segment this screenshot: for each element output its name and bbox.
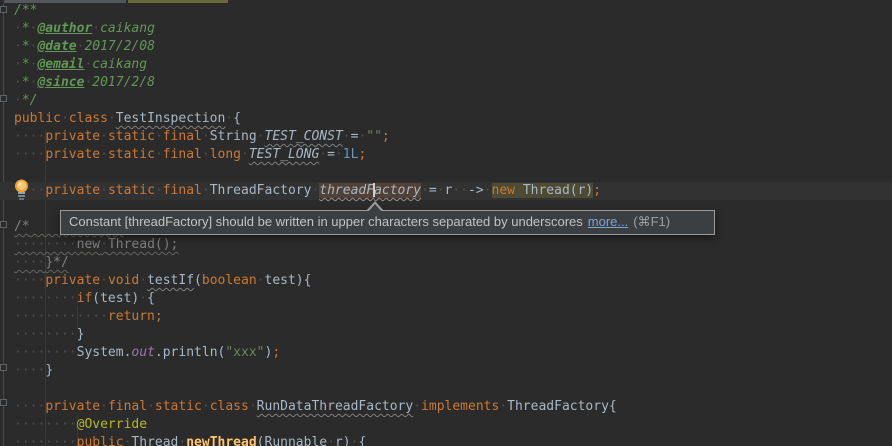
intention-bulb-icon[interactable]	[13, 179, 30, 200]
tooltip-shortcut: (⌘F1)	[633, 214, 670, 229]
code-line	[0, 164, 892, 182]
tooltip-text: Constant [threadFactory] should be writt…	[69, 214, 583, 229]
code-line: ············return;	[0, 308, 892, 326]
code-line: /**	[0, 2, 892, 20]
inspection-tooltip: Constant [threadFactory] should be writt…	[60, 210, 715, 235]
code-line: ····private·final·static·class·RunDataTh…	[0, 398, 892, 416]
code-line: ·*·@date·2017/2/08	[0, 38, 892, 56]
code-line: ····}*/	[0, 254, 892, 272]
code-line: ········new·Thread();	[0, 236, 892, 254]
code-line: ·*·@email·caikang	[0, 56, 892, 74]
code-line: ········@Override	[0, 416, 892, 434]
code-line: ····private·static·final·ThreadFactory·t…	[0, 182, 892, 200]
fold-marker-icon[interactable]	[0, 6, 7, 13]
fold-marker-icon[interactable]	[0, 399, 7, 406]
code-line: ····}	[0, 362, 892, 380]
code-line: ········public·Thread·newThread(Runnable…	[0, 434, 892, 446]
code-line: ········System.out.println("xxx");	[0, 344, 892, 362]
code-line	[0, 380, 892, 398]
code-line: ·*/	[0, 92, 892, 110]
code-line: public·class·TestInspection·{	[0, 110, 892, 128]
code-line: ····private·static·final·String·TEST_CON…	[0, 128, 892, 146]
tooltip-more-link[interactable]: more...	[588, 214, 628, 229]
code-line: ····private·static·final·long·TEST_LONG·…	[0, 146, 892, 164]
text-caret	[373, 183, 375, 197]
code-line: ········}	[0, 326, 892, 344]
code-line: ····private·void·testIf(boolean·test){	[0, 272, 892, 290]
fold-marker-icon[interactable]	[0, 364, 7, 371]
code-line: ········if(test)·{	[0, 290, 892, 308]
tooltip-arrow-fill	[368, 204, 382, 212]
code-line: ·*·@since·2017/2/8	[0, 74, 892, 92]
fold-marker-icon[interactable]	[0, 95, 7, 102]
fold-marker-icon[interactable]	[0, 221, 7, 228]
code-line: ·*·@author·caikang	[0, 20, 892, 38]
ide-editor: /**·*·@author·caikang·*·@date·2017/2/08·…	[0, 0, 892, 446]
